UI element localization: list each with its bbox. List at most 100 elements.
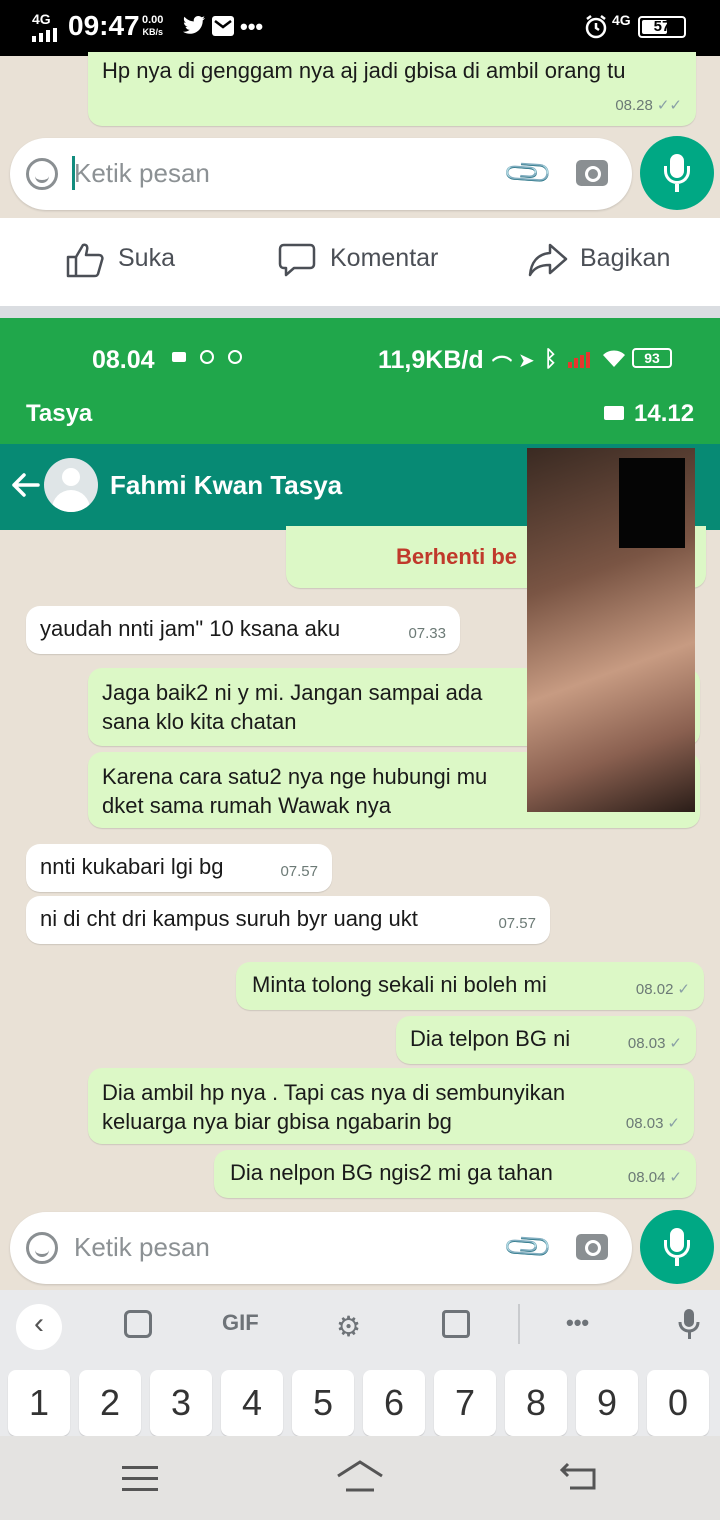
read-ticks-icon: ✓✓: [656, 97, 682, 114]
network-indicator-right: 4G: [612, 12, 631, 28]
alarm-icon: [584, 15, 608, 44]
sent-tick-icon: ✓: [677, 981, 690, 998]
sent-tick-icon: ✓: [667, 1115, 680, 1132]
share-icon[interactable]: [528, 242, 568, 278]
net-speed: 0.00 KB/s: [142, 14, 164, 37]
message-input-bar[interactable]: Ketik pesan 📎: [10, 1212, 632, 1284]
message-input[interactable]: Ketik pesan: [74, 158, 210, 189]
mic-button[interactable]: [640, 1210, 714, 1284]
settings-icon[interactable]: ⚙: [336, 1310, 361, 1343]
message-bubble[interactable]: Dia nelpon BG ngis2 mi ga tahan 08.04 ✓: [214, 1150, 696, 1198]
message-text: Minta tolong sekali ni boleh mi: [252, 972, 547, 997]
message-text: Jaga baik2 ni y mi. Jangan sampai ada sa…: [102, 680, 483, 734]
message-text: Hp nya di genggam nya aj jadi gbisa di a…: [102, 58, 626, 83]
key-7[interactable]: 7: [434, 1370, 496, 1436]
attach-icon[interactable]: 📎: [500, 1219, 555, 1274]
message-meta: 07.57: [280, 863, 318, 880]
avatar[interactable]: [44, 458, 98, 512]
keyboard-toolbar: ‹ GIF ⚙ •••: [0, 1290, 720, 1360]
call-duration: 14.12: [634, 400, 695, 427]
sticker-icon[interactable]: [124, 1310, 152, 1338]
keyboard-back-button[interactable]: ‹: [16, 1304, 62, 1350]
bluetooth-icon: ᛒ: [544, 346, 558, 371]
like-button[interactable]: Suka: [118, 244, 175, 273]
key-2[interactable]: 2: [79, 1370, 141, 1436]
key-5[interactable]: 5: [292, 1370, 354, 1436]
wifi-icon: [602, 348, 626, 373]
sent-tick-icon: ✓: [669, 1169, 682, 1186]
like-icon[interactable]: [66, 242, 104, 278]
camera-icon[interactable]: [576, 1234, 608, 1260]
clock: 09:47: [68, 10, 140, 41]
key-6[interactable]: 6: [363, 1370, 425, 1436]
message-bubble[interactable]: yaudah nnti jam" 10 ksana aku 07.33: [26, 606, 460, 654]
attach-icon[interactable]: 📎: [500, 145, 555, 200]
key-4[interactable]: 4: [221, 1370, 283, 1436]
video-call-icon: [604, 406, 624, 420]
battery-indicator-second: 93: [632, 348, 672, 368]
network-indicator: 4G: [32, 11, 51, 27]
home-icon[interactable]: [336, 1460, 384, 1499]
location-icon: ➤: [518, 350, 535, 372]
voice-input-icon[interactable]: [678, 1308, 700, 1345]
share-button[interactable]: Bagikan: [580, 244, 670, 273]
more-notifications: •••: [240, 14, 264, 39]
message-meta: 08.28 ✓✓: [615, 97, 682, 114]
message-meta: 07.57: [498, 915, 536, 932]
sent-tick-icon: ✓: [669, 1035, 682, 1052]
clock-second: 08.04: [92, 346, 155, 374]
message-bubble[interactable]: Hp nya di genggam nya aj jadi gbisa di a…: [88, 52, 696, 126]
headphone-icon: ⌒: [492, 356, 512, 378]
message-text: nnti kukabari lgi bg: [40, 854, 224, 879]
message-input-bar[interactable]: Ketik pesan 📎: [10, 138, 632, 210]
key-0[interactable]: 0: [647, 1370, 709, 1436]
message-meta: 08.03 ✓: [625, 1115, 680, 1132]
message-text: yaudah nnti jam" 10 ksana aku: [40, 616, 341, 641]
message-meta: 08.03 ✓: [627, 1035, 682, 1052]
message-text: Dia telpon BG ni: [410, 1026, 571, 1051]
divider: [0, 306, 720, 318]
facebook-action-bar: Suka Komentar Bagikan: [0, 218, 720, 308]
twitter-icon: [182, 16, 206, 41]
message-bubble[interactable]: Dia telpon BG ni 08.03 ✓: [396, 1016, 696, 1064]
video-notification-icon: [172, 352, 186, 362]
whatsapp-icon: [228, 350, 242, 364]
back-icon[interactable]: [559, 1462, 598, 1497]
message-text: Karena cara satu2 nya nge hubungi mu dke…: [102, 764, 488, 818]
message-bubble[interactable]: Dia ambil hp nya . Tapi cas nya di sembu…: [88, 1068, 694, 1144]
more-options-button[interactable]: •••: [566, 1310, 589, 1336]
message-meta: 07.33: [408, 625, 446, 642]
self-video-preview[interactable]: [619, 458, 685, 548]
message-text: Berhenti be: [396, 544, 518, 569]
message-input[interactable]: Ketik pesan: [74, 1232, 210, 1263]
emoji-icon[interactable]: [26, 158, 58, 190]
mail-icon: [212, 16, 234, 41]
whatsapp-icon: [200, 350, 214, 364]
comment-button[interactable]: Komentar: [330, 244, 438, 273]
menu-icon[interactable]: [122, 1466, 158, 1497]
translate-icon[interactable]: [442, 1310, 470, 1338]
signal-icon: [32, 28, 62, 47]
signal-icon-red: [568, 352, 596, 373]
number-row: 1 2 3 4 5 6 7 8 9 0: [0, 1360, 720, 1436]
message-bubble[interactable]: nnti kukabari lgi bg 07.57: [26, 844, 332, 892]
emoji-icon[interactable]: [26, 1232, 58, 1264]
message-text: Dia nelpon BG ngis2 mi ga tahan: [230, 1160, 553, 1185]
back-arrow-icon[interactable]: [10, 470, 40, 505]
key-8[interactable]: 8: [505, 1370, 567, 1436]
message-bubble[interactable]: Minta tolong sekali ni boleh mi 08.02 ✓: [236, 962, 704, 1010]
comment-icon[interactable]: [278, 242, 316, 278]
video-call-preview[interactable]: [527, 448, 695, 812]
contact-name[interactable]: Fahmi Kwan Tasya: [110, 470, 342, 501]
message-bubble[interactable]: ni di cht dri kampus suruh byr uang ukt …: [26, 896, 550, 944]
call-contact-name: Tasya: [26, 400, 93, 427]
battery-indicator: 57: [638, 16, 686, 38]
key-3[interactable]: 3: [150, 1370, 212, 1436]
call-status-bar: 08.04 11,9KB/d ⌒ ➤ ᛒ 93 Tasya 14.12: [0, 318, 720, 444]
toolbar-divider: [518, 1304, 520, 1344]
mic-button[interactable]: [640, 136, 714, 210]
gif-button[interactable]: GIF: [222, 1310, 259, 1336]
key-1[interactable]: 1: [8, 1370, 70, 1436]
key-9[interactable]: 9: [576, 1370, 638, 1436]
camera-icon[interactable]: [576, 160, 608, 186]
